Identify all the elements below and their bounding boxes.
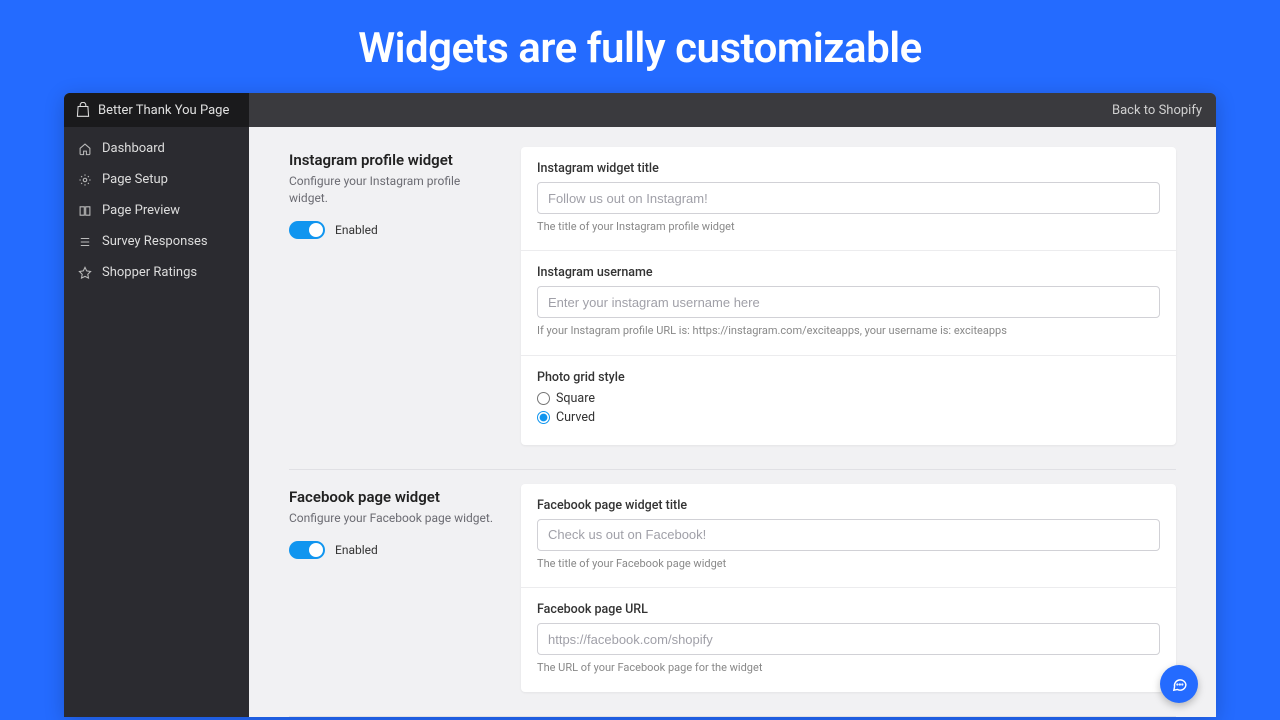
toggle-label: Enabled [335, 543, 378, 557]
topbar-brand: Better Thank You Page [64, 93, 249, 127]
app-frame: Better Thank You Page Back to Shopify Da… [64, 93, 1216, 717]
sidebar-item-label: Page Setup [102, 172, 168, 187]
toggle-label: Enabled [335, 223, 378, 237]
sidebar-item-label: Survey Responses [102, 234, 208, 249]
sidebar-item-label: Dashboard [102, 141, 165, 156]
section-title: Facebook page widget [289, 488, 499, 506]
section-desc: Configure your Instagram profile widget. [289, 173, 499, 207]
instagram-card: Instagram widget title The title of your… [521, 147, 1176, 445]
sidebar-item-dashboard[interactable]: Dashboard [64, 133, 249, 164]
field-label: Instagram username [537, 265, 1160, 280]
radio-label: Square [556, 391, 595, 406]
star-icon [78, 266, 92, 280]
sidebar-item-shopper-ratings[interactable]: Shopper Ratings [64, 257, 249, 288]
instagram-username-input[interactable] [537, 286, 1160, 318]
book-icon [78, 204, 92, 218]
facebook-enabled-toggle[interactable] [289, 541, 325, 559]
bag-icon [76, 102, 90, 118]
radio-square[interactable] [537, 392, 550, 405]
chat-icon [1171, 676, 1188, 693]
sidebar-item-survey-responses[interactable]: Survey Responses [64, 226, 249, 257]
chat-button[interactable] [1160, 665, 1198, 703]
grid-option-square[interactable]: Square [537, 391, 1160, 406]
field-help: The title of your Instagram profile widg… [537, 219, 1160, 234]
field-label: Instagram widget title [537, 161, 1160, 176]
app-name: Better Thank You Page [98, 103, 229, 118]
sidebar-item-page-setup[interactable]: Page Setup [64, 164, 249, 195]
sidebar: Dashboard Page Setup Page Preview Survey… [64, 127, 249, 717]
grid-option-curved[interactable]: Curved [537, 410, 1160, 425]
sidebar-item-label: Page Preview [102, 203, 180, 218]
instagram-title-input[interactable] [537, 182, 1160, 214]
field-help: If your Instagram profile URL is: https:… [537, 323, 1160, 338]
instagram-section: Instagram profile widget Configure your … [289, 133, 1176, 470]
home-icon [78, 142, 92, 156]
facebook-card: Facebook page widget title The title of … [521, 484, 1176, 692]
content-area: Instagram profile widget Configure your … [249, 127, 1216, 717]
facebook-url-input[interactable] [537, 623, 1160, 655]
instagram-enabled-toggle[interactable] [289, 221, 325, 239]
list-icon [78, 235, 92, 249]
sidebar-item-page-preview[interactable]: Page Preview [64, 195, 249, 226]
topbar-spacer [249, 93, 1098, 127]
sidebar-item-label: Shopper Ratings [102, 265, 197, 280]
radio-curved[interactable] [537, 411, 550, 424]
facebook-title-input[interactable] [537, 519, 1160, 551]
gear-icon [78, 173, 92, 187]
field-label: Facebook page widget title [537, 498, 1160, 513]
promo-headline: Widgets are fully customizable [0, 0, 1280, 93]
section-title: Instagram profile widget [289, 151, 499, 169]
topbar: Better Thank You Page Back to Shopify [64, 93, 1216, 127]
facebook-section: Facebook page widget Configure your Face… [289, 470, 1176, 717]
field-label: Facebook page URL [537, 602, 1160, 617]
field-label: Photo grid style [537, 370, 1160, 385]
radio-label: Curved [556, 410, 595, 425]
back-to-shopify-button[interactable]: Back to Shopify [1098, 93, 1216, 127]
field-help: The URL of your Facebook page for the wi… [537, 660, 1160, 675]
section-desc: Configure your Facebook page widget. [289, 510, 499, 527]
field-help: The title of your Facebook page widget [537, 556, 1160, 571]
